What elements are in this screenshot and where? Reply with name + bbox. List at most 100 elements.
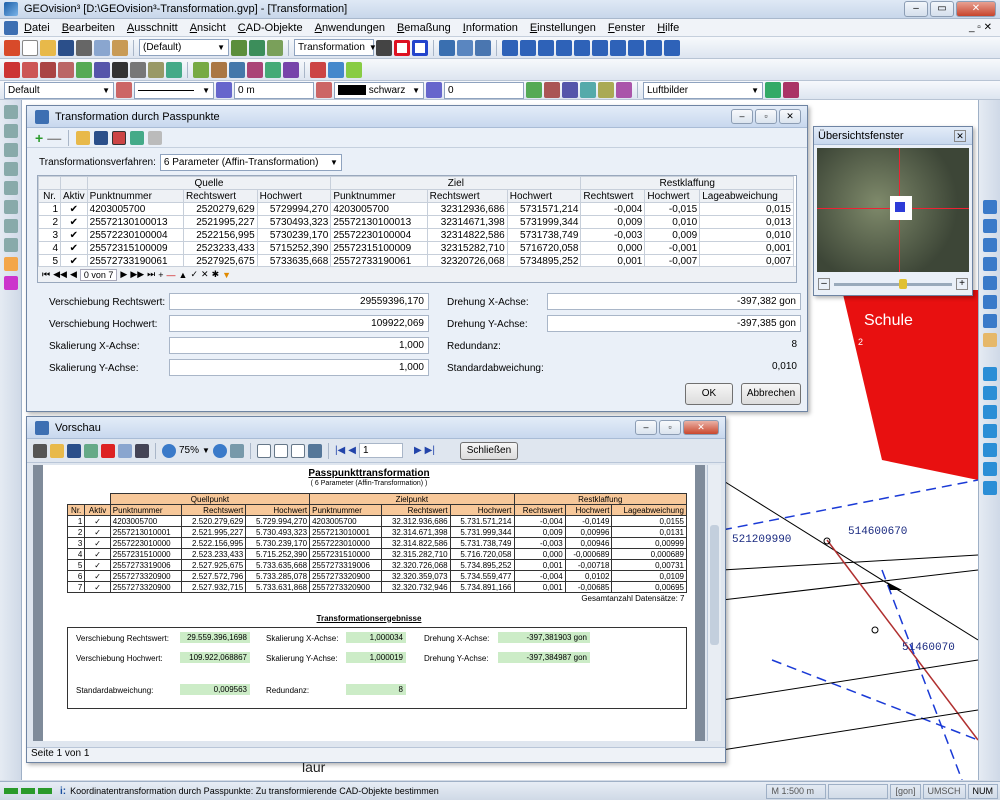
- nav-next-button[interactable]: ▶: [120, 269, 127, 280]
- preview-export-icon[interactable]: [84, 443, 98, 458]
- preview-save-icon[interactable]: [67, 443, 81, 458]
- preview-fit-icon[interactable]: [229, 443, 244, 458]
- draw-image-icon[interactable]: [166, 61, 182, 78]
- col-aktiv[interactable]: Aktiv: [60, 189, 88, 203]
- preview-zoom-out-icon[interactable]: [212, 443, 227, 458]
- info-icon-6[interactable]: [592, 39, 608, 56]
- save-icon[interactable]: [58, 39, 74, 56]
- overview-zoom-in-button[interactable]: +: [956, 278, 968, 290]
- width-field[interactable]: 0 m: [234, 81, 314, 99]
- col-z-rw[interactable]: Rechtswert: [426, 189, 508, 203]
- draw-symbol-icon[interactable]: [94, 61, 110, 78]
- zoom-prev-icon[interactable]: [982, 276, 997, 290]
- preview-pdf-icon[interactable]: [101, 443, 115, 458]
- info-icon-10[interactable]: [664, 39, 680, 56]
- calc-icon[interactable]: [130, 130, 145, 145]
- table-row[interactable]: 2 ✔ 25572130100013 2521995,227 5730493,3…: [38, 215, 794, 229]
- layer-icon[interactable]: [231, 39, 247, 56]
- info-icon-3[interactable]: [538, 39, 554, 56]
- table-row[interactable]: 3 ✔ 25572230100004 2522156,995 5730239,1…: [38, 228, 794, 242]
- left-tool-7-icon[interactable]: [3, 219, 18, 233]
- draw-arc-icon[interactable]: [40, 61, 56, 78]
- nav-delete-button[interactable]: —: [167, 270, 176, 280]
- col-z-punkt[interactable]: Punktnummer: [330, 189, 428, 203]
- snap-point-icon[interactable]: [982, 367, 997, 381]
- style-edit-icon[interactable]: [116, 82, 132, 98]
- nav-cancel-button[interactable]: ✕: [201, 269, 209, 280]
- point-c-marker[interactable]: [871, 626, 879, 634]
- mdi-controls[interactable]: _ ▫ ✕: [969, 22, 992, 33]
- snap-icon-5[interactable]: [265, 61, 281, 78]
- left-tool-5-icon[interactable]: [3, 181, 18, 195]
- report-viewport[interactable]: Passpunkttransformation ( 6 Parameter (A…: [33, 465, 705, 741]
- left-tool-9-icon[interactable]: [3, 257, 18, 271]
- col-q-rw[interactable]: Rechtswert: [182, 189, 258, 203]
- nav-next-page-button[interactable]: ▶▶: [130, 269, 144, 280]
- scale-y-field[interactable]: 1,000: [169, 359, 429, 376]
- copy-icon[interactable]: [94, 39, 110, 56]
- menu-datei[interactable]: Datei: [18, 22, 56, 34]
- close-button[interactable]: ✕: [956, 1, 996, 17]
- nav-refresh-button[interactable]: ✱: [212, 269, 220, 280]
- snap-icon-3[interactable]: [229, 61, 245, 78]
- style-combo[interactable]: Default ▼: [4, 81, 114, 99]
- pan-icon[interactable]: [982, 314, 997, 328]
- nav-prev-page-button[interactable]: ◀◀: [53, 269, 67, 280]
- preview-page3-icon[interactable]: [290, 443, 305, 458]
- ok-button[interactable]: OK: [685, 383, 733, 405]
- snap-line-icon[interactable]: [982, 386, 997, 400]
- zoom-out-icon[interactable]: [982, 219, 997, 233]
- snap-end-icon[interactable]: [982, 424, 997, 438]
- row-active-checkbox[interactable]: ✔: [60, 228, 88, 242]
- remove-row-icon[interactable]: —: [47, 130, 61, 146]
- preview-next-button[interactable]: ▶: [414, 445, 422, 456]
- open-folder-icon[interactable]: [40, 39, 56, 56]
- zoom-dropdown-icon[interactable]: ▼: [202, 446, 210, 455]
- info-icon-2[interactable]: [520, 39, 536, 56]
- preview-print-icon[interactable]: [33, 443, 47, 458]
- menu-information[interactable]: Information: [457, 22, 524, 34]
- edit-icon-2[interactable]: [328, 61, 344, 78]
- col-r-hw[interactable]: Hochwert: [644, 189, 701, 203]
- preview-close-report-button[interactable]: Schließen: [459, 441, 518, 460]
- rect-red-icon[interactable]: [394, 39, 410, 56]
- col-z-hw[interactable]: Hochwert: [506, 189, 582, 203]
- tool-icon-b[interactable]: [544, 82, 560, 98]
- draw-text-icon[interactable]: [112, 61, 128, 78]
- preview-prev-button[interactable]: ◀: [348, 445, 356, 456]
- nav-up-button[interactable]: ▲: [179, 270, 188, 280]
- snap-icon-4[interactable]: [247, 61, 263, 78]
- tool-icon-c[interactable]: [562, 82, 578, 98]
- menu-bemassung[interactable]: Bemaßung: [391, 22, 457, 34]
- tool-icon-d[interactable]: [580, 82, 596, 98]
- draw-line-icon[interactable]: [4, 61, 20, 78]
- preview-minimize-button[interactable]: –: [635, 420, 657, 435]
- overview-close-button[interactable]: ✕: [954, 129, 966, 142]
- info-icon-8[interactable]: [628, 39, 644, 56]
- preview-open-icon[interactable]: [50, 443, 64, 458]
- edit-icon-1[interactable]: [310, 61, 326, 78]
- shift-hw-field[interactable]: 109922,069: [169, 315, 429, 332]
- shift-rw-field[interactable]: 29559396,170: [169, 293, 429, 310]
- dialog-close-button[interactable]: ✕: [779, 109, 801, 124]
- info-icon-4[interactable]: [556, 39, 572, 56]
- linewidth-combo[interactable]: 0: [444, 81, 524, 99]
- rot-y-field[interactable]: -397,385 gon: [547, 315, 801, 332]
- preview-vscrollbar[interactable]: [707, 465, 721, 741]
- layer-combo[interactable]: (Default) ▼: [139, 39, 229, 56]
- table-row[interactable]: 1 ✔ 4203005700 2520279,629 5729994,270 4…: [38, 202, 794, 216]
- raster-layer-combo[interactable]: Luftbilder ▼: [643, 81, 763, 99]
- col-lage[interactable]: Lageabweichung: [699, 189, 794, 203]
- tool-icon-a[interactable]: [526, 82, 542, 98]
- overview-zoom-out-button[interactable]: –: [818, 278, 830, 290]
- draw-dim-icon[interactable]: [148, 61, 164, 78]
- minimize-button[interactable]: –: [904, 1, 928, 17]
- tool-icon-e[interactable]: [598, 82, 614, 98]
- info-icon-1[interactable]: [502, 39, 518, 56]
- col-nr[interactable]: Nr.: [38, 189, 61, 203]
- col-q-hw[interactable]: Hochwert: [256, 189, 332, 203]
- snap-int-icon[interactable]: [982, 443, 997, 457]
- preview-page-input[interactable]: 1: [358, 443, 403, 458]
- left-tool-2-icon[interactable]: [3, 124, 18, 138]
- left-tool-4-icon[interactable]: [3, 162, 18, 176]
